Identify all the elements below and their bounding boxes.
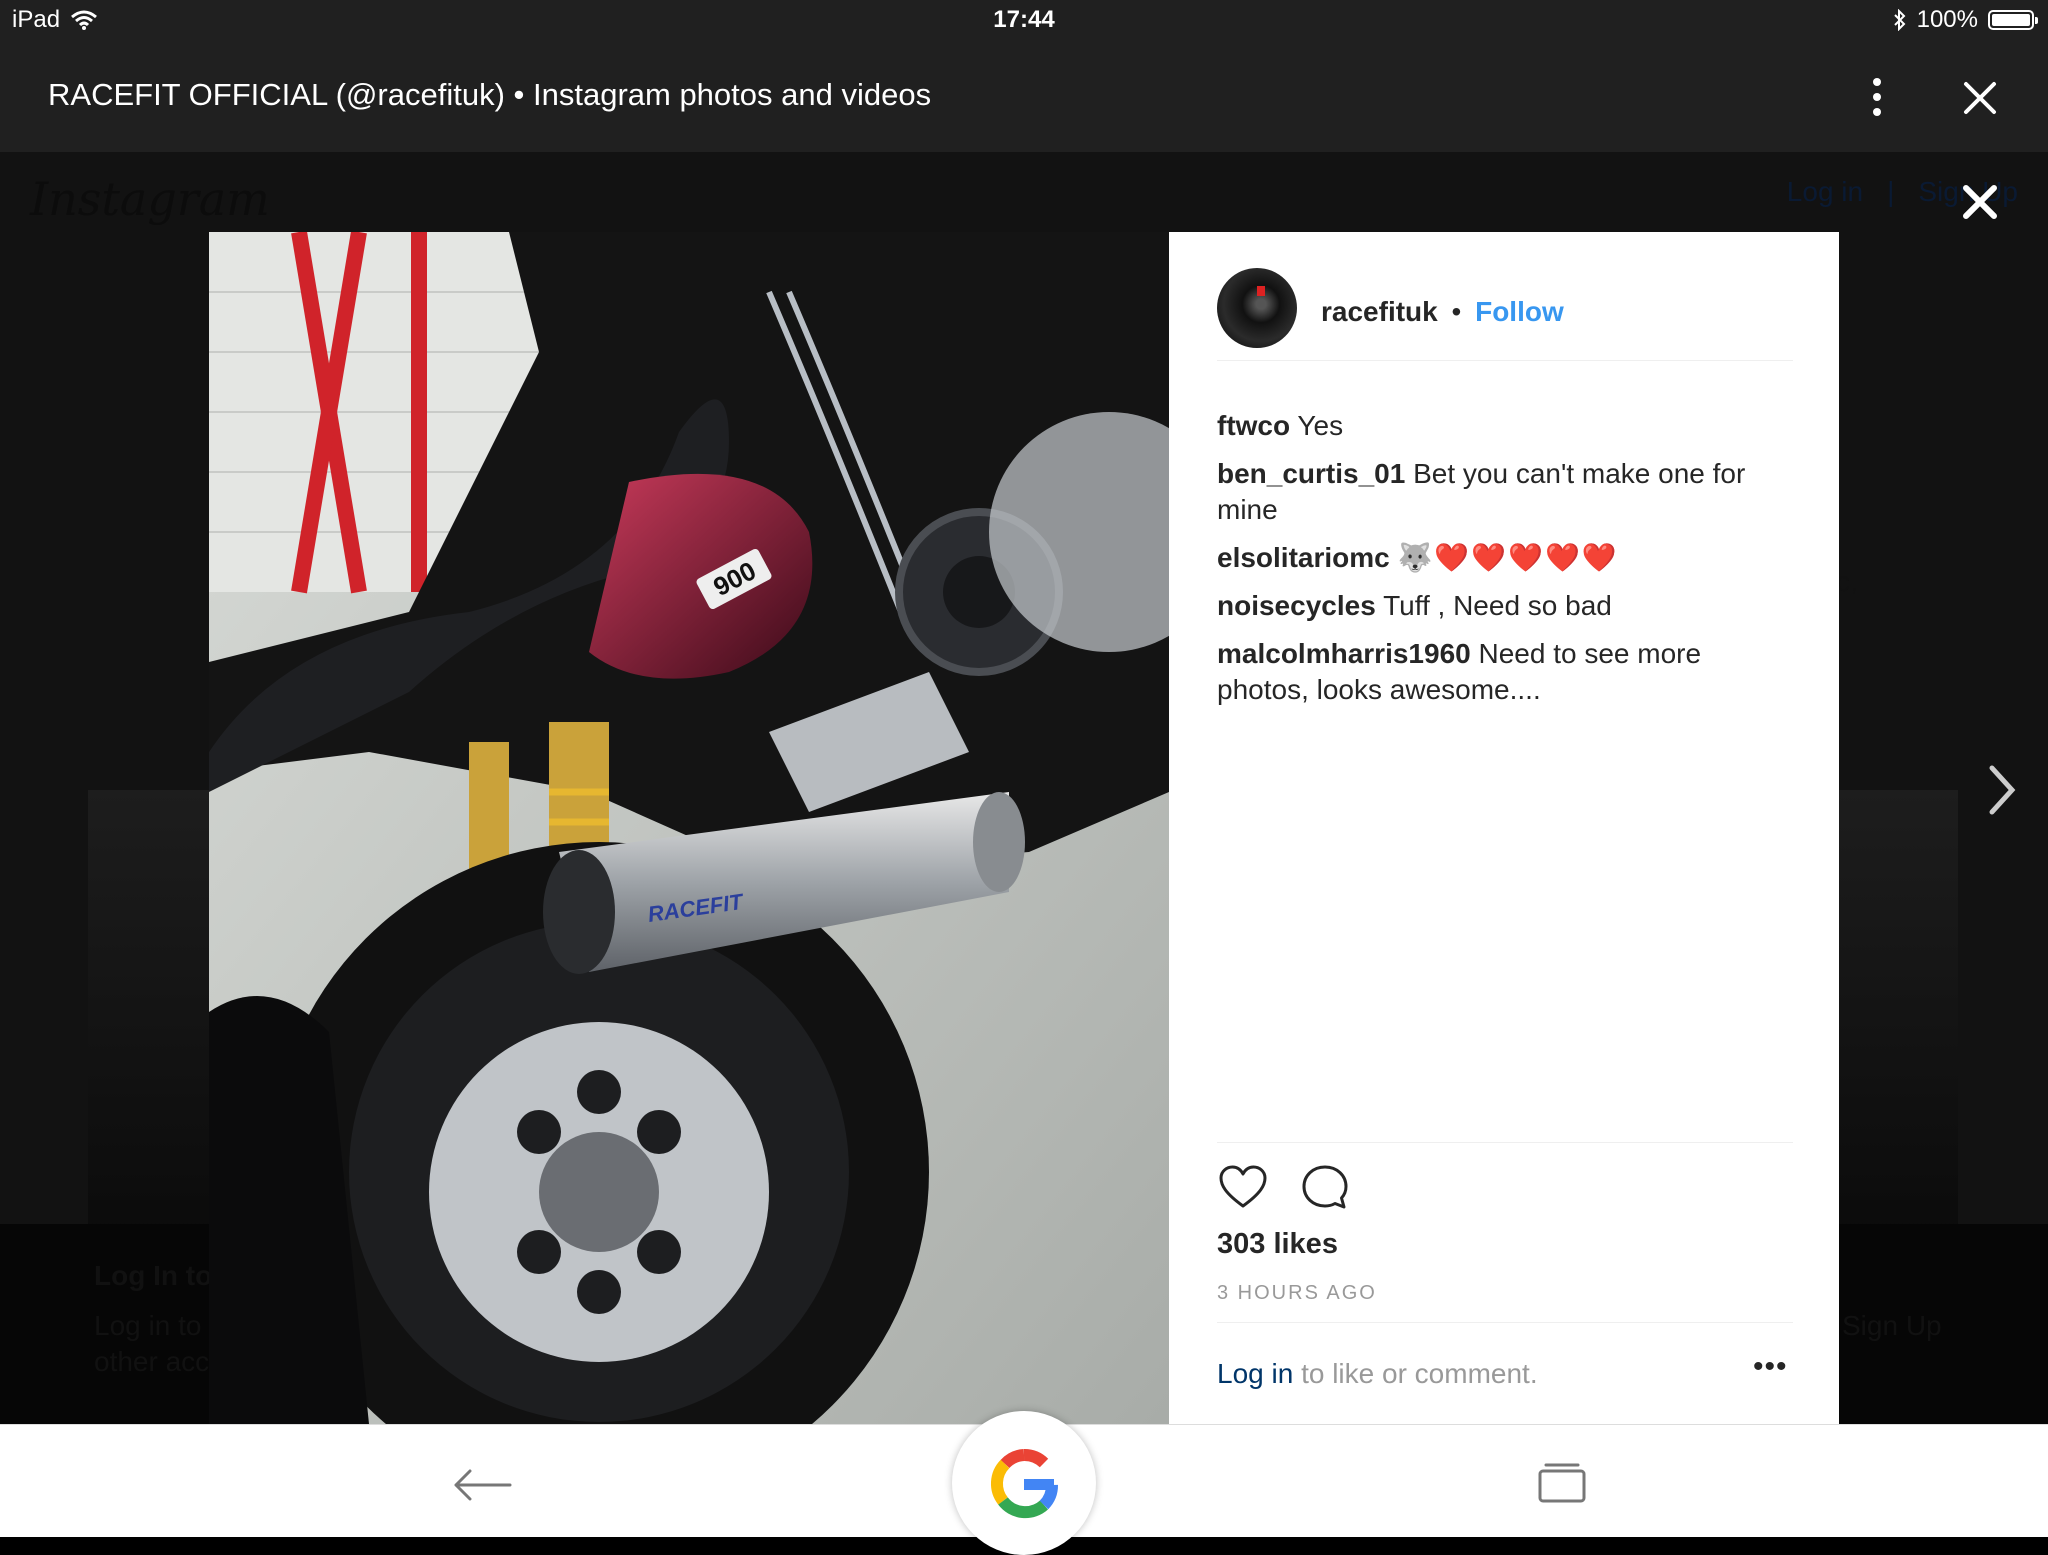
separator-dot: •	[1451, 296, 1462, 327]
comment-username[interactable]: malcolmharris1960	[1217, 638, 1471, 669]
comment-item: ftwco Yes	[1217, 408, 1793, 444]
banner-signup[interactable]: Sign Up	[1842, 1310, 1942, 1342]
google-g-icon	[991, 1449, 1058, 1519]
follow-button[interactable]: Follow	[1475, 296, 1564, 327]
post-photo[interactable]: 900 RACEFIT	[209, 232, 1169, 1424]
bottom-toolbar	[0, 1411, 2048, 1555]
post-timestamp: 3 HOURS AGO	[1217, 1282, 1377, 1304]
status-time: 17:44	[993, 6, 1055, 33]
login-prompt-text: to like or comment.	[1301, 1358, 1538, 1389]
status-bar: iPad 17:44 100%	[0, 0, 2048, 42]
login-link[interactable]: Log in	[1217, 1358, 1293, 1389]
chevron-right-icon[interactable]	[1976, 760, 2026, 820]
banner-line-2: other acc	[94, 1346, 210, 1377]
back-arrow-icon[interactable]	[450, 1467, 514, 1503]
comment-text: 🐺❤️❤️❤️❤️❤️	[1397, 542, 1619, 573]
more-vertical-icon[interactable]	[1862, 75, 1892, 119]
close-icon[interactable]	[1950, 68, 2010, 128]
background-thumbnail-left	[88, 790, 228, 1260]
heart-icon[interactable]	[1217, 1162, 1269, 1214]
tabs-icon[interactable]	[1536, 1461, 1588, 1505]
header-divider: |	[1887, 176, 1895, 207]
post-sidebar: racefituk • Follow ftwco Yes ben_curtis_…	[1169, 232, 1839, 1424]
comment-text: Yes	[1297, 410, 1344, 441]
comment-text: Tuff , Need so bad	[1383, 590, 1612, 621]
close-icon[interactable]	[1948, 170, 2012, 234]
motorcycle-photo: 900 RACEFIT	[209, 232, 1169, 1424]
login-prompt: Log in to like or comment.	[1217, 1358, 1538, 1390]
post-modal: 900 RACEFIT racefituk • Follow ftwco Yes…	[209, 232, 1839, 1424]
avatar[interactable]	[1217, 268, 1297, 348]
likes-count[interactable]: 303 likes	[1217, 1228, 1338, 1261]
banner-title: Log In to	[94, 1260, 213, 1291]
post-username[interactable]: racefituk	[1321, 296, 1438, 327]
browser-titlebar: RACEFIT OFFICIAL (@racefituk) • Instagra…	[0, 42, 2048, 152]
login-link[interactable]: Log in	[1787, 176, 1863, 208]
comment-username[interactable]: ftwco	[1217, 410, 1290, 441]
status-right: 100%	[1893, 6, 2038, 34]
comment-item: ben_curtis_01 Bet you can't make one for…	[1217, 456, 1793, 528]
more-options-button[interactable]: •••	[1753, 1350, 1788, 1384]
bluetooth-icon	[1893, 9, 1906, 31]
comment-item: noisecycles Tuff , Need so bad	[1217, 588, 1793, 624]
battery-icon	[1988, 10, 2038, 30]
battery-percent: 100%	[1916, 6, 1978, 33]
post-header: racefituk • Follow	[1217, 268, 1793, 361]
divider	[1217, 1322, 1793, 1323]
poster-info: racefituk • Follow	[1321, 296, 1564, 328]
comments-list: ftwco Yes ben_curtis_01 Bet you can't ma…	[1217, 408, 1793, 720]
comment-username[interactable]: ben_curtis_01	[1217, 458, 1405, 489]
comment-item: malcolmharris1960 Need to see more photo…	[1217, 636, 1793, 708]
instagram-logo: Instagram	[30, 172, 270, 226]
comment-icon[interactable]	[1299, 1162, 1351, 1214]
comment-item: elsolitariomc 🐺❤️❤️❤️❤️❤️	[1217, 540, 1793, 576]
post-actions	[1217, 1162, 1351, 1214]
comment-username[interactable]: noisecycles	[1217, 590, 1376, 621]
background-thumbnail-right	[1838, 790, 1958, 1260]
page-title: RACEFIT OFFICIAL (@racefituk) • Instagra…	[48, 77, 932, 112]
divider	[1217, 1142, 1793, 1143]
google-button[interactable]	[952, 1411, 1096, 1555]
banner-line-1: Log in to	[94, 1310, 202, 1341]
comment-username[interactable]: elsolitariomc	[1217, 542, 1390, 573]
